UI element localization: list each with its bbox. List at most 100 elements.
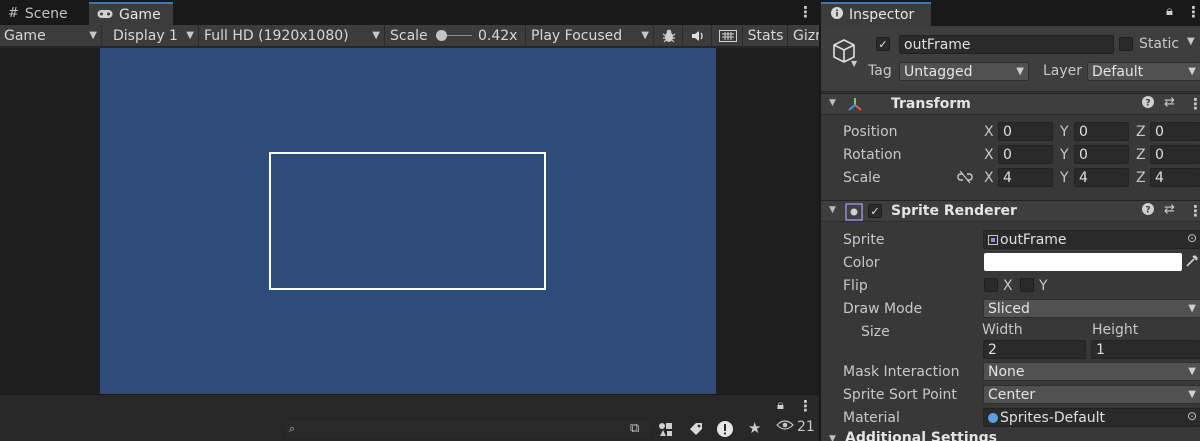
width-field[interactable]: 2	[983, 340, 1086, 359]
axis-y-label: Y	[1060, 147, 1069, 163]
transform-header[interactable]: ▼ Transform ? ⇄ ⋮	[821, 93, 1200, 115]
rotation-x-field[interactable]: 0	[998, 145, 1053, 164]
more-options-icon[interactable]: ⋮	[1188, 95, 1200, 113]
console-search-input[interactable]: ⌕ ⧉	[284, 419, 652, 439]
object-picker-icon[interactable]: ⊙	[1187, 231, 1197, 245]
caret-down-icon: ▼	[641, 30, 649, 41]
more-options-icon[interactable]: ⋮	[798, 3, 813, 21]
height-field[interactable]: 1	[1091, 340, 1200, 359]
view-mode-dropdown[interactable]: Game ▼	[0, 25, 102, 46]
tab-game-label: Game	[119, 6, 161, 23]
caret-down-icon: ▼	[1188, 303, 1196, 314]
rotation-y-field[interactable]: 0	[1074, 145, 1129, 164]
width-label: Width	[982, 322, 1023, 338]
lock-icon[interactable]: 🔒︎	[777, 398, 784, 413]
sprite-object-field[interactable]: outFrame ⊙	[983, 230, 1200, 249]
color-swatch[interactable]	[984, 253, 1182, 271]
lock-icon[interactable]: 🔒︎	[1166, 4, 1173, 19]
scale-label: Scale	[390, 27, 428, 44]
gizmos-label: Gizr	[793, 27, 819, 44]
flip-y-label: Y	[1039, 278, 1048, 294]
additional-settings-header[interactable]: Additional Settings	[845, 430, 997, 441]
more-options-icon[interactable]: ⋮	[1186, 3, 1200, 21]
active-checkbox[interactable]: ✓	[876, 37, 890, 51]
object-picker-icon[interactable]: ⊙	[1187, 409, 1197, 423]
scale-y-field[interactable]: 4	[1074, 168, 1129, 187]
alert-icon[interactable]	[716, 420, 734, 441]
hidden-count-toggle[interactable]: 21	[776, 419, 815, 435]
resolution-dropdown[interactable]: Full HD (1920x1080) ▼	[200, 25, 385, 46]
tab-inspector[interactable]: Inspector	[821, 2, 931, 26]
position-x-field[interactable]: 0	[998, 122, 1053, 141]
tag-dropdown[interactable]: Untagged ▼	[899, 62, 1029, 81]
mask-interaction-label: Mask Interaction	[843, 364, 960, 380]
more-options-icon[interactable]: ⋮	[1188, 202, 1200, 220]
presets-icon[interactable]: ⇄	[1164, 202, 1175, 217]
popout-icon[interactable]: ⧉	[630, 421, 639, 436]
draw-mode-value: Sliced	[988, 300, 1030, 317]
flip-x-checkbox[interactable]	[984, 278, 998, 292]
star-icon[interactable]: ★	[748, 419, 761, 437]
caret-down-icon[interactable]: ▼	[1187, 36, 1195, 47]
sprite-renderer-icon	[845, 203, 863, 225]
link-icon[interactable]	[957, 170, 973, 188]
caret-down-icon[interactable]: ▼	[851, 59, 857, 68]
axis-x-label: X	[984, 147, 994, 163]
display-dropdown[interactable]: Display 1 ▼	[103, 25, 199, 46]
view-mode-value: Game	[4, 27, 46, 44]
help-icon[interactable]: ?	[1142, 96, 1154, 112]
position-z-field[interactable]: 0	[1150, 122, 1200, 141]
draw-mode-dropdown[interactable]: Sliced ▼	[983, 299, 1200, 318]
position-y-field[interactable]: 0	[1074, 122, 1129, 141]
caret-down-icon: ▼	[1016, 66, 1024, 77]
help-icon[interactable]: ?	[1142, 203, 1154, 219]
sprite-renderer-enabled-checkbox[interactable]: ✓	[868, 204, 882, 218]
tab-game[interactable]: Game	[89, 2, 173, 25]
material-object-field[interactable]: Sprites-Default ⊙	[983, 408, 1200, 427]
mask-interaction-dropdown[interactable]: None ▼	[983, 362, 1200, 381]
sprite-sort-point-value: Center	[988, 386, 1036, 403]
scale-control: Scale 0.42x	[386, 25, 526, 46]
axis-x-label: X	[984, 170, 994, 186]
tab-scene[interactable]: # Scene	[0, 2, 76, 25]
hidden-count: 21	[797, 419, 815, 435]
more-options-icon[interactable]: ⋮	[798, 397, 813, 415]
flip-label: Flip	[843, 278, 868, 294]
static-checkbox[interactable]	[1119, 37, 1133, 51]
sprite-renderer-header[interactable]: ▼ ✓ Sprite Renderer ? ⇄ ⋮	[821, 200, 1200, 222]
material-value: Sprites-Default	[1000, 409, 1106, 426]
stats-label: Stats	[747, 27, 784, 44]
sprite-sort-point-dropdown[interactable]: Center ▼	[983, 385, 1200, 404]
keyboard-icon[interactable]	[713, 25, 743, 46]
eyedropper-icon[interactable]	[1185, 254, 1199, 272]
flip-y-checkbox[interactable]	[1020, 278, 1034, 292]
tag-icon[interactable]	[688, 421, 704, 441]
display-value: Display 1	[113, 27, 178, 44]
bug-icon[interactable]	[655, 25, 683, 46]
audio-icon[interactable]	[684, 25, 712, 46]
flip-x-label: X	[1003, 278, 1013, 294]
play-mode-dropdown[interactable]: Play Focused ▼	[527, 25, 654, 46]
presets-icon[interactable]: ⇄	[1164, 95, 1175, 110]
tab-scene-label: Scene	[24, 5, 68, 22]
object-name-field[interactable]: outFrame	[899, 35, 1114, 54]
scale-z-field[interactable]: 4	[1150, 168, 1200, 187]
transform-icon	[846, 96, 864, 118]
caret-down-icon[interactable]: ▼	[829, 434, 836, 441]
scale-slider-thumb[interactable]	[436, 30, 447, 41]
gizmos-button[interactable]: Gizr	[789, 25, 819, 46]
sprite-renderer-title: Sprite Renderer	[891, 203, 1017, 219]
search-icon: ⌕	[289, 422, 296, 435]
draw-mode-label: Draw Mode	[843, 301, 923, 317]
scale-x-field[interactable]: 4	[998, 168, 1053, 187]
stats-button[interactable]: Stats	[744, 25, 788, 46]
game-viewport[interactable]	[0, 48, 819, 394]
caret-down-icon[interactable]: ▼	[829, 98, 836, 108]
play-mode-value: Play Focused	[531, 27, 623, 44]
rotation-z-field[interactable]: 0	[1150, 145, 1200, 164]
scale-label: Scale	[843, 170, 881, 186]
tab-bar: # Scene Game ⋮	[0, 0, 819, 25]
components-icon[interactable]	[657, 421, 675, 441]
layer-dropdown[interactable]: Default ▼	[1087, 62, 1200, 81]
caret-down-icon[interactable]: ▼	[829, 205, 836, 215]
